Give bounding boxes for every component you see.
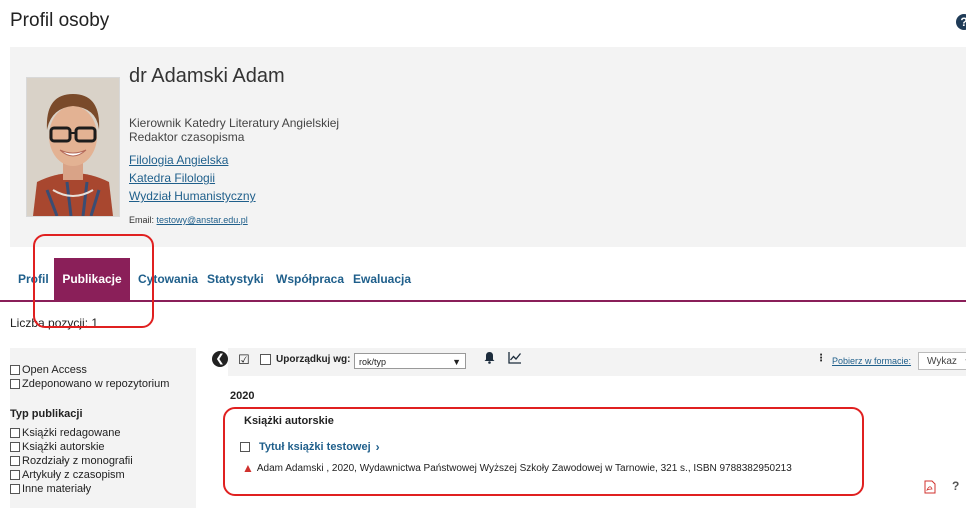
avatar	[26, 77, 120, 217]
unit-link-katedra-filologii[interactable]: Katedra Filologii	[129, 171, 215, 185]
pdf-icon[interactable]	[924, 480, 936, 494]
unit-link-wydzial-humanistyczny[interactable]: Wydział Humanistyczny	[129, 189, 256, 203]
collapse-filters-button[interactable]: ❮	[212, 351, 228, 367]
filter-type-articles[interactable]: Artykuły z czasopism	[10, 469, 125, 481]
filter-heading-type: Typ publikacji	[10, 408, 83, 420]
checkbox[interactable]	[10, 428, 20, 438]
filter-label: Książki redagowane	[22, 427, 121, 439]
unit-link-filologia-angielska[interactable]: Filologia Angielska	[129, 153, 228, 167]
highlight-frame-publication	[223, 407, 864, 496]
select-all-icon[interactable]: ☑	[238, 352, 250, 368]
filter-type-authored-books[interactable]: Książki autorskie	[10, 441, 105, 453]
filter-label: Rozdziały z monografii	[22, 455, 133, 467]
results-toolbar: ☑ Uporządkuj wg: rok/typ ▼ ⋮ Pobierz w f…	[228, 348, 966, 376]
filter-label: Zdeponowano w repozytorium	[22, 378, 170, 390]
role-line: Redaktor czasopisma	[129, 130, 245, 144]
filter-open-access[interactable]: Open Access	[10, 364, 87, 376]
checkbox[interactable]	[260, 354, 271, 365]
bell-icon[interactable]	[484, 351, 495, 364]
checkbox[interactable]	[10, 442, 20, 452]
email-label: Email:	[129, 215, 155, 225]
page-title: Profil osoby	[10, 10, 110, 31]
sort-label: Uporządkuj wg:	[276, 354, 351, 365]
filter-type-edited-books[interactable]: Książki redagowane	[10, 427, 120, 439]
checkbox[interactable]	[10, 470, 20, 480]
format-select-value: Wykaz	[927, 356, 957, 367]
sort-toggle[interactable]: Uporządkuj wg:	[260, 354, 350, 365]
filter-type-chapters[interactable]: Rozdziały z monografii	[10, 455, 133, 467]
chevron-left-icon: ❮	[215, 353, 225, 365]
filter-label: Książki autorskie	[22, 441, 105, 453]
year-heading: 2020	[230, 390, 255, 402]
filter-type-other[interactable]: Inne materiały	[10, 483, 91, 495]
chart-icon[interactable]	[508, 351, 522, 364]
email-link[interactable]: testowy@anstar.edu.pl	[157, 215, 248, 225]
help-icon[interactable]: ?	[956, 14, 966, 30]
sort-select[interactable]: rok/typ ▼	[354, 353, 466, 369]
email-row: Email: testowy@anstar.edu.pl	[129, 215, 248, 225]
checkbox[interactable]	[10, 379, 20, 389]
checkbox[interactable]	[10, 484, 20, 494]
filter-label: Artykuły z czasopism	[22, 469, 125, 481]
download-format-link[interactable]: Pobierz w formacie:	[832, 356, 911, 366]
chevron-down-icon: ▼	[452, 357, 461, 367]
filter-label: Open Access	[22, 364, 87, 376]
person-name: dr Adamski Adam	[129, 65, 285, 87]
filter-repository[interactable]: Zdeponowano w repozytorium	[10, 378, 169, 390]
filter-label: Inne materiały	[22, 483, 92, 495]
help-icon[interactable]: ?	[952, 479, 959, 493]
highlight-frame-tab	[33, 234, 154, 328]
tab-ewaluacja[interactable]: Ewaluacja	[353, 258, 411, 300]
profile-card: dr Adamski Adam Kierownik Katedry Litera…	[10, 47, 966, 247]
checkbox[interactable]	[10, 456, 20, 466]
role-line: Kierownik Katedry Literatury Angielskiej	[129, 116, 340, 130]
filters-panel: Open Access Zdeponowano w repozytorium T…	[10, 348, 196, 508]
format-select[interactable]: Wykaz ▼	[918, 352, 966, 370]
sort-select-value: rok/typ	[359, 357, 387, 367]
tab-statystyki[interactable]: Statystyki	[207, 258, 264, 300]
more-options-icon[interactable]: ⋮	[816, 353, 826, 364]
tab-wspolpraca[interactable]: Współpraca	[276, 258, 344, 300]
checkbox[interactable]	[10, 365, 20, 375]
